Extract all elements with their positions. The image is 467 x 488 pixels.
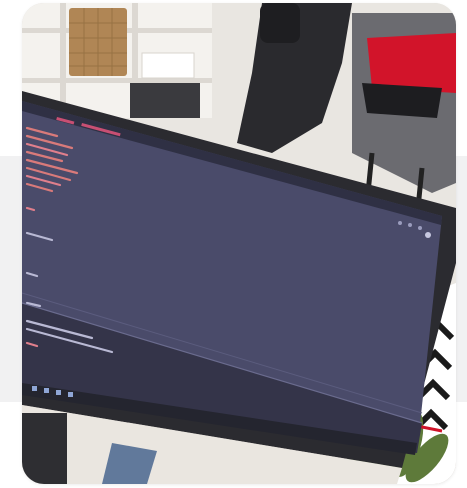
desk-object — [22, 413, 67, 484]
page — [0, 0, 467, 488]
desk-photo — [22, 3, 456, 484]
red-cloth — [367, 33, 456, 93]
photo-card[interactable] — [22, 3, 456, 484]
dark-box — [130, 83, 200, 118]
white-box — [141, 52, 195, 79]
